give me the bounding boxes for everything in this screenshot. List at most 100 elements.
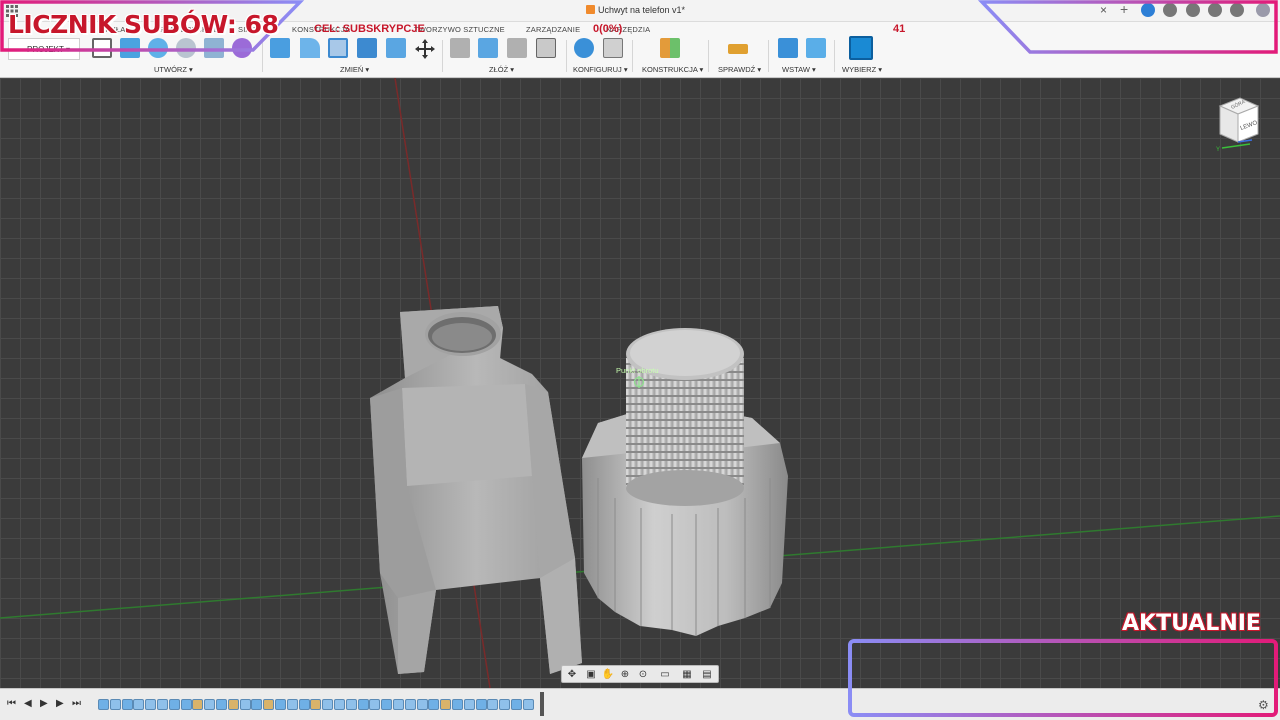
3d-viewport[interactable]: Punkt obrotu GÓRA LEWO Y ✥ ▣ ✋ ⊕ ⊙ ▭ ▦ ▤ bbox=[0, 78, 1280, 688]
tab-manage[interactable]: ZARZĄDZANIE bbox=[526, 25, 580, 34]
combine-icon[interactable] bbox=[357, 38, 377, 58]
configuration-table-icon[interactable] bbox=[603, 38, 623, 58]
select-icon[interactable] bbox=[849, 36, 873, 60]
group-construct[interactable]: KONSTRUKCJA ▾ bbox=[642, 65, 703, 74]
timeline-feature-extrude[interactable] bbox=[204, 699, 216, 710]
group-create[interactable]: UTWÓRZ ▾ bbox=[154, 65, 193, 74]
split-body-icon[interactable] bbox=[386, 38, 406, 58]
timeline-feature-plane[interactable] bbox=[263, 699, 275, 710]
move-icon[interactable] bbox=[414, 38, 436, 60]
timeline-feature-plane[interactable] bbox=[440, 699, 452, 710]
group-inspect[interactable]: SPRAWDŹ ▾ bbox=[718, 65, 761, 74]
joint-icon[interactable] bbox=[478, 38, 498, 58]
pattern-icon[interactable] bbox=[204, 38, 224, 58]
timeline-feature-extrude[interactable] bbox=[345, 699, 357, 710]
timeline-marker[interactable] bbox=[540, 692, 544, 716]
workspace-switcher[interactable]: PROJEKT ▾ bbox=[8, 38, 80, 60]
timeline-feature-sketch[interactable] bbox=[475, 699, 487, 710]
new-component-icon[interactable] bbox=[450, 38, 470, 58]
skip-end-icon[interactable]: ⏭ bbox=[72, 698, 81, 709]
pan-icon[interactable]: ✋ bbox=[601, 668, 615, 681]
look-at-icon[interactable]: ▣ bbox=[584, 668, 598, 681]
timeline-feature-sketch[interactable] bbox=[251, 699, 263, 710]
timeline-feature-plane[interactable] bbox=[227, 699, 239, 710]
timeline-feature-sketch[interactable] bbox=[452, 699, 463, 710]
motion-link-icon[interactable] bbox=[536, 38, 556, 58]
extensions-icon[interactable] bbox=[1141, 3, 1155, 17]
measure-icon[interactable] bbox=[728, 44, 748, 54]
timeline-feature-extrude[interactable] bbox=[487, 699, 499, 710]
new-sketch-icon[interactable] bbox=[92, 38, 112, 58]
history-icon[interactable] bbox=[1186, 3, 1200, 17]
pivot-point-icon[interactable] bbox=[633, 376, 645, 388]
step-back-icon[interactable]: ◀ bbox=[24, 698, 32, 709]
timeline-feature-sketch[interactable] bbox=[180, 699, 192, 710]
timeline-feature-extrude[interactable] bbox=[239, 699, 251, 710]
view-cube[interactable]: GÓRA LEWO Y bbox=[1214, 96, 1264, 154]
orbit-icon[interactable]: ✥ bbox=[565, 668, 579, 681]
timeline-feature-extrude[interactable] bbox=[369, 699, 381, 710]
timeline-feature-sketch[interactable] bbox=[381, 699, 393, 710]
tab-plastic[interactable]: TWORZYWO SZTUCZNE bbox=[414, 25, 505, 34]
form-icon[interactable] bbox=[232, 38, 252, 58]
group-configure[interactable]: KONFIGURUJ ▾ bbox=[573, 65, 628, 74]
close-tab-button[interactable]: × bbox=[1100, 3, 1107, 17]
extrude-icon[interactable] bbox=[120, 38, 140, 58]
step-forward-icon[interactable]: ▶ bbox=[56, 698, 64, 709]
timeline-feature-extrude[interactable] bbox=[393, 699, 404, 710]
timeline-feature-extrude[interactable] bbox=[463, 699, 475, 710]
timeline-feature-extrude[interactable] bbox=[416, 699, 428, 710]
timeline-feature-plane[interactable] bbox=[310, 699, 322, 710]
help-icon[interactable] bbox=[1230, 3, 1244, 17]
viewports-icon[interactable]: ▤ bbox=[700, 668, 714, 681]
shell-icon[interactable] bbox=[328, 38, 348, 58]
timeline-feature-extrude[interactable] bbox=[145, 699, 157, 710]
zoom-window-icon[interactable]: ⊙ bbox=[636, 668, 650, 681]
timeline-feature-extrude[interactable] bbox=[109, 699, 121, 710]
timeline-feature-sketch[interactable] bbox=[298, 699, 310, 710]
play-icon[interactable]: ▶ bbox=[40, 698, 48, 709]
new-tab-icon[interactable]: + bbox=[1120, 2, 1134, 17]
timeline-feature-extrude[interactable] bbox=[133, 699, 145, 710]
grid-settings-icon[interactable]: ▦ bbox=[680, 668, 694, 681]
timeline-feature-sketch[interactable] bbox=[428, 699, 440, 710]
settings-gear-icon[interactable]: ⚙ bbox=[1258, 698, 1269, 712]
as-built-joint-icon[interactable] bbox=[507, 38, 527, 58]
insert-canvas-icon[interactable] bbox=[806, 38, 826, 58]
fillet-icon[interactable] bbox=[300, 38, 320, 58]
hole-icon[interactable] bbox=[176, 38, 196, 58]
zoom-icon[interactable]: ⊕ bbox=[618, 668, 632, 681]
press-pull-icon[interactable] bbox=[270, 38, 290, 58]
group-select[interactable]: WYBIERZ ▾ bbox=[842, 65, 882, 74]
group-assemble[interactable]: ZŁÓŻ ▾ bbox=[489, 65, 514, 74]
timeline-feature-extrude[interactable] bbox=[499, 699, 511, 710]
timeline-feature-sketch[interactable] bbox=[98, 699, 109, 710]
revolve-icon[interactable] bbox=[148, 38, 168, 58]
bracket-body[interactable] bbox=[370, 306, 582, 674]
timeline-feature-extrude[interactable] bbox=[286, 699, 298, 710]
timeline-feature-sketch[interactable] bbox=[121, 699, 133, 710]
timeline-feature-extrude[interactable] bbox=[334, 699, 345, 710]
timeline-feature-sketch[interactable] bbox=[168, 699, 180, 710]
job-status-icon[interactable] bbox=[1163, 3, 1177, 17]
timeline-feature-plane[interactable] bbox=[192, 699, 204, 710]
timeline-feature-sketch[interactable] bbox=[511, 699, 522, 710]
document-tab[interactable]: Uchwyt na telefon v1* bbox=[586, 5, 685, 15]
insert-derive-icon[interactable] bbox=[778, 38, 798, 58]
knob-body[interactable] bbox=[582, 328, 788, 636]
display-settings-icon[interactable]: ▭ bbox=[658, 668, 672, 681]
timeline-feature-extrude[interactable] bbox=[157, 699, 168, 710]
user-avatar[interactable] bbox=[1256, 3, 1270, 17]
timeline-feature-sketch[interactable] bbox=[357, 699, 369, 710]
skip-start-icon[interactable]: ⏮ bbox=[7, 698, 16, 709]
timeline-feature-extrude[interactable] bbox=[322, 699, 334, 710]
timeline-feature-sketch[interactable] bbox=[275, 699, 286, 710]
timeline-feature-sketch[interactable] bbox=[216, 699, 227, 710]
offset-plane-icon[interactable] bbox=[660, 38, 680, 58]
group-modify[interactable]: ZMIEŃ ▾ bbox=[340, 65, 369, 74]
notifications-icon[interactable] bbox=[1208, 3, 1222, 17]
timeline-feature-extrude[interactable] bbox=[404, 699, 416, 710]
timeline-feature-extrude[interactable] bbox=[522, 699, 534, 710]
group-insert[interactable]: WSTAW ▾ bbox=[782, 65, 816, 74]
configure-icon[interactable] bbox=[574, 38, 594, 58]
